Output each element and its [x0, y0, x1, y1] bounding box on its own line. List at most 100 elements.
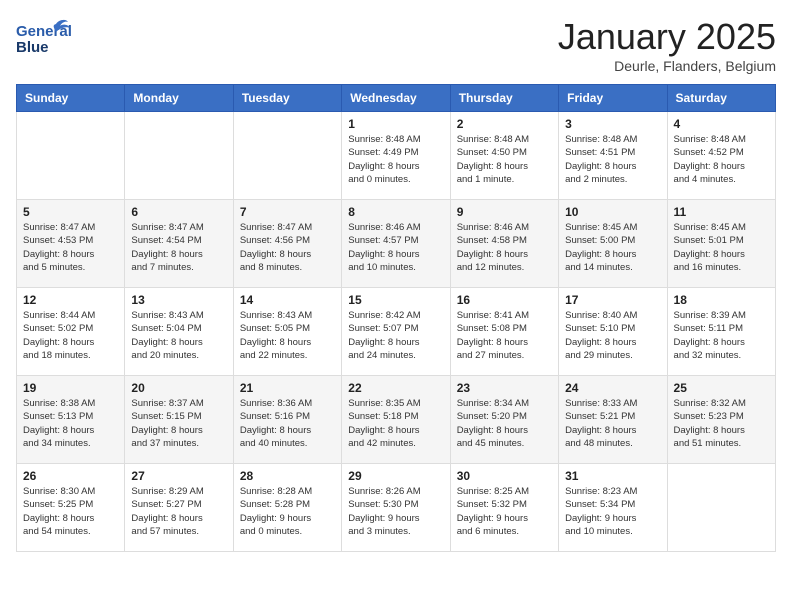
weekday-header: Wednesday [342, 85, 450, 112]
calendar-cell: 22 Sunrise: 8:35 AM Sunset: 5:18 PM Dayli… [342, 376, 450, 464]
day-number: 7 [240, 205, 335, 219]
day-number: 21 [240, 381, 335, 395]
day-number: 16 [457, 293, 552, 307]
calendar-cell: 9 Sunrise: 8:46 AM Sunset: 4:58 PM Daylig… [450, 200, 558, 288]
day-number: 11 [674, 205, 769, 219]
day-info: Sunrise: 8:23 AM Sunset: 5:34 PM Dayligh… [565, 485, 660, 538]
calendar-cell: 4 Sunrise: 8:48 AM Sunset: 4:52 PM Daylig… [667, 112, 775, 200]
day-number: 10 [565, 205, 660, 219]
calendar-cell: 27 Sunrise: 8:29 AM Sunset: 5:27 PM Dayli… [125, 464, 233, 552]
day-number: 31 [565, 469, 660, 483]
day-number: 17 [565, 293, 660, 307]
calendar-cell: 20 Sunrise: 8:37 AM Sunset: 5:15 PM Dayli… [125, 376, 233, 464]
day-info: Sunrise: 8:47 AM Sunset: 4:53 PM Dayligh… [23, 221, 118, 274]
day-number: 8 [348, 205, 443, 219]
calendar-cell [233, 112, 341, 200]
calendar-cell: 26 Sunrise: 8:30 AM Sunset: 5:25 PM Dayli… [17, 464, 125, 552]
day-info: Sunrise: 8:25 AM Sunset: 5:32 PM Dayligh… [457, 485, 552, 538]
day-number: 6 [131, 205, 226, 219]
calendar-cell: 17 Sunrise: 8:40 AM Sunset: 5:10 PM Dayli… [559, 288, 667, 376]
calendar-cell: 10Sunrise: 8:45 AM Sunset: 5:00 PM Dayli… [559, 200, 667, 288]
day-info: Sunrise: 8:43 AM Sunset: 5:04 PM Dayligh… [131, 309, 226, 362]
day-info: Sunrise: 8:28 AM Sunset: 5:28 PM Dayligh… [240, 485, 335, 538]
day-info: Sunrise: 8:46 AM Sunset: 4:58 PM Dayligh… [457, 221, 552, 274]
calendar-week-row: 5 Sunrise: 8:47 AM Sunset: 4:53 PM Daylig… [17, 200, 776, 288]
weekday-header-row: SundayMondayTuesdayWednesdayThursdayFrid… [17, 85, 776, 112]
calendar-cell: 18 Sunrise: 8:39 AM Sunset: 5:11 PM Dayli… [667, 288, 775, 376]
calendar-cell: 7 Sunrise: 8:47 AM Sunset: 4:56 PM Daylig… [233, 200, 341, 288]
calendar-cell: 2 Sunrise: 8:48 AM Sunset: 4:50 PM Daylig… [450, 112, 558, 200]
day-info: Sunrise: 8:45 AM Sunset: 5:01 PM Dayligh… [674, 221, 769, 274]
calendar-cell [17, 112, 125, 200]
logo-icon: General Blue [16, 16, 71, 61]
day-number: 18 [674, 293, 769, 307]
calendar-week-row: 12 Sunrise: 8:44 AM Sunset: 5:02 PM Dayli… [17, 288, 776, 376]
day-number: 30 [457, 469, 552, 483]
day-number: 1 [348, 117, 443, 131]
calendar-week-row: 1 Sunrise: 8:48 AM Sunset: 4:49 PM Daylig… [17, 112, 776, 200]
day-info: Sunrise: 8:46 AM Sunset: 4:57 PM Dayligh… [348, 221, 443, 274]
weekday-header: Thursday [450, 85, 558, 112]
calendar-cell: 16Sunrise: 8:41 AM Sunset: 5:08 PM Dayli… [450, 288, 558, 376]
weekday-header: Tuesday [233, 85, 341, 112]
calendar-cell: 11 Sunrise: 8:45 AM Sunset: 5:01 PM Dayli… [667, 200, 775, 288]
day-info: Sunrise: 8:39 AM Sunset: 5:11 PM Dayligh… [674, 309, 769, 362]
day-info: Sunrise: 8:29 AM Sunset: 5:27 PM Dayligh… [131, 485, 226, 538]
day-number: 4 [674, 117, 769, 131]
calendar-cell [667, 464, 775, 552]
day-number: 20 [131, 381, 226, 395]
weekday-header: Sunday [17, 85, 125, 112]
weekday-header: Saturday [667, 85, 775, 112]
location: Deurle, Flanders, Belgium [558, 58, 776, 74]
day-number: 2 [457, 117, 552, 131]
day-info: Sunrise: 8:42 AM Sunset: 5:07 PM Dayligh… [348, 309, 443, 362]
calendar-cell: 3Sunrise: 8:48 AM Sunset: 4:51 PM Daylig… [559, 112, 667, 200]
calendar-cell: 8 Sunrise: 8:46 AM Sunset: 4:57 PM Daylig… [342, 200, 450, 288]
day-number: 19 [23, 381, 118, 395]
calendar-week-row: 26 Sunrise: 8:30 AM Sunset: 5:25 PM Dayli… [17, 464, 776, 552]
day-info: Sunrise: 8:47 AM Sunset: 4:56 PM Dayligh… [240, 221, 335, 274]
calendar-cell: 5 Sunrise: 8:47 AM Sunset: 4:53 PM Daylig… [17, 200, 125, 288]
calendar-week-row: 19 Sunrise: 8:38 AM Sunset: 5:13 PM Dayli… [17, 376, 776, 464]
day-info: Sunrise: 8:48 AM Sunset: 4:49 PM Dayligh… [348, 133, 443, 186]
day-info: Sunrise: 8:47 AM Sunset: 4:54 PM Dayligh… [131, 221, 226, 274]
day-info: Sunrise: 8:43 AM Sunset: 5:05 PM Dayligh… [240, 309, 335, 362]
calendar-cell: 23Sunrise: 8:34 AM Sunset: 5:20 PM Dayli… [450, 376, 558, 464]
calendar-cell: 30 Sunrise: 8:25 AM Sunset: 5:32 PM Dayli… [450, 464, 558, 552]
calendar-cell: 13 Sunrise: 8:43 AM Sunset: 5:04 PM Dayli… [125, 288, 233, 376]
day-number: 13 [131, 293, 226, 307]
calendar-cell: 28Sunrise: 8:28 AM Sunset: 5:28 PM Dayli… [233, 464, 341, 552]
calendar-cell: 6 Sunrise: 8:47 AM Sunset: 4:54 PM Daylig… [125, 200, 233, 288]
day-number: 27 [131, 469, 226, 483]
calendar-cell: 21 Sunrise: 8:36 AM Sunset: 5:16 PM Dayli… [233, 376, 341, 464]
day-number: 12 [23, 293, 118, 307]
calendar-cell: 25Sunrise: 8:32 AM Sunset: 5:23 PM Dayli… [667, 376, 775, 464]
day-info: Sunrise: 8:36 AM Sunset: 5:16 PM Dayligh… [240, 397, 335, 450]
logo: General Blue [16, 16, 71, 61]
day-info: Sunrise: 8:40 AM Sunset: 5:10 PM Dayligh… [565, 309, 660, 362]
calendar-cell: 15Sunrise: 8:42 AM Sunset: 5:07 PM Dayli… [342, 288, 450, 376]
day-info: Sunrise: 8:38 AM Sunset: 5:13 PM Dayligh… [23, 397, 118, 450]
day-info: Sunrise: 8:37 AM Sunset: 5:15 PM Dayligh… [131, 397, 226, 450]
month-title: January 2025 [558, 16, 776, 58]
day-info: Sunrise: 8:33 AM Sunset: 5:21 PM Dayligh… [565, 397, 660, 450]
calendar-cell: 31 Sunrise: 8:23 AM Sunset: 5:34 PM Dayli… [559, 464, 667, 552]
day-number: 25 [674, 381, 769, 395]
day-number: 9 [457, 205, 552, 219]
day-info: Sunrise: 8:48 AM Sunset: 4:51 PM Dayligh… [565, 133, 660, 186]
calendar-cell: 14Sunrise: 8:43 AM Sunset: 5:05 PM Dayli… [233, 288, 341, 376]
day-info: Sunrise: 8:34 AM Sunset: 5:20 PM Dayligh… [457, 397, 552, 450]
calendar-cell: 19 Sunrise: 8:38 AM Sunset: 5:13 PM Dayli… [17, 376, 125, 464]
day-info: Sunrise: 8:35 AM Sunset: 5:18 PM Dayligh… [348, 397, 443, 450]
day-info: Sunrise: 8:44 AM Sunset: 5:02 PM Dayligh… [23, 309, 118, 362]
day-info: Sunrise: 8:48 AM Sunset: 4:52 PM Dayligh… [674, 133, 769, 186]
day-number: 24 [565, 381, 660, 395]
day-info: Sunrise: 8:48 AM Sunset: 4:50 PM Dayligh… [457, 133, 552, 186]
day-info: Sunrise: 8:30 AM Sunset: 5:25 PM Dayligh… [23, 485, 118, 538]
calendar-cell: 1 Sunrise: 8:48 AM Sunset: 4:49 PM Daylig… [342, 112, 450, 200]
svg-text:Blue: Blue [16, 39, 49, 56]
weekday-header: Friday [559, 85, 667, 112]
day-number: 5 [23, 205, 118, 219]
day-number: 22 [348, 381, 443, 395]
day-number: 26 [23, 469, 118, 483]
